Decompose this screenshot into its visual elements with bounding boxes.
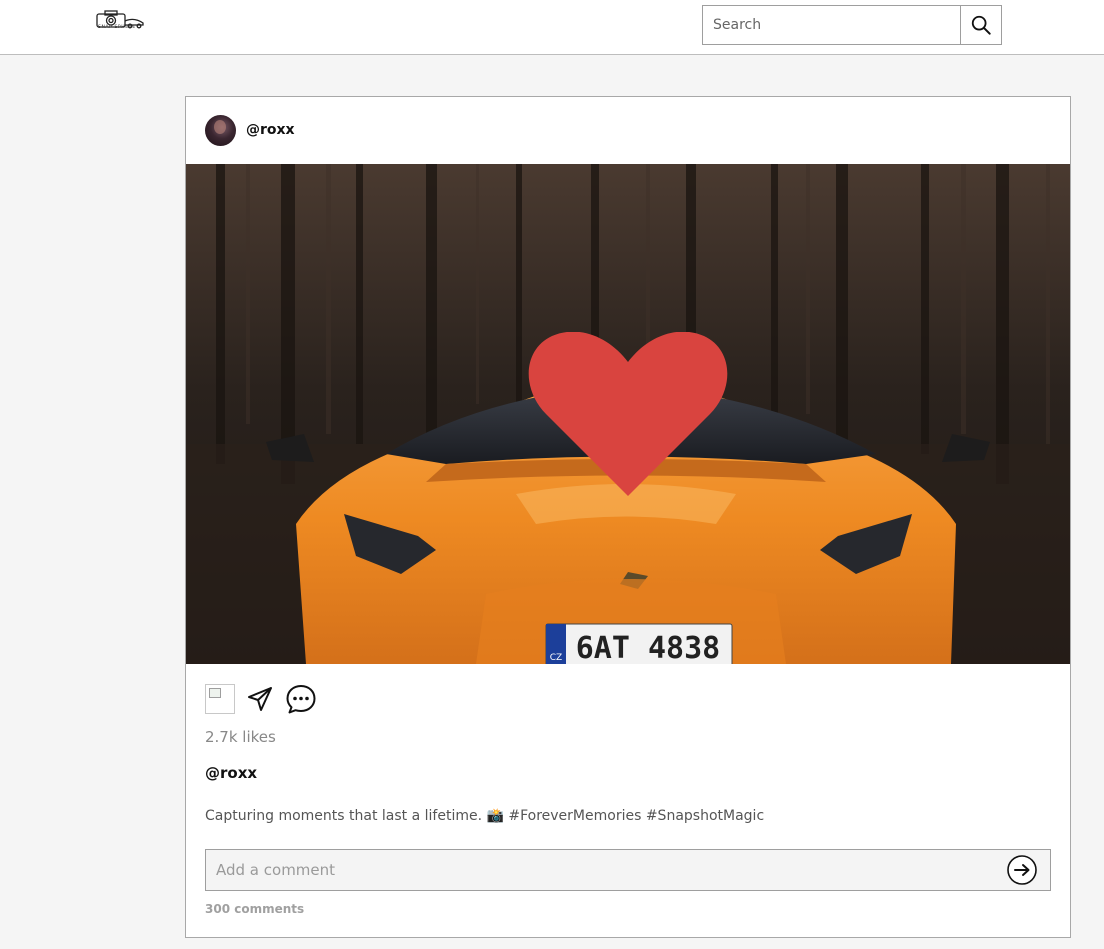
share-icon[interactable] bbox=[246, 685, 274, 713]
post-card: @roxx CZ 6AT 4838 2.7k likes @roxx Captu… bbox=[185, 96, 1071, 938]
avatar[interactable] bbox=[205, 115, 236, 146]
comment-icon[interactable] bbox=[285, 683, 317, 715]
search-bar bbox=[702, 5, 1002, 45]
logo-text: SNAP SPHERE bbox=[98, 25, 136, 30]
plate-number: 6AT 4838 bbox=[576, 631, 721, 664]
search-button[interactable] bbox=[960, 6, 1001, 44]
comment-input[interactable] bbox=[206, 850, 1006, 890]
comment-form bbox=[205, 849, 1051, 891]
post-actions bbox=[205, 683, 317, 715]
post-header: @roxx bbox=[186, 97, 1070, 165]
comments-count[interactable]: 300 comments bbox=[205, 902, 304, 916]
like-button[interactable] bbox=[205, 684, 235, 714]
logo-icon[interactable] bbox=[94, 8, 146, 34]
top-bar: SNAP SPHERE bbox=[0, 0, 1104, 55]
plate-country: CZ bbox=[550, 653, 562, 663]
likes-count: 2.7k likes bbox=[205, 728, 276, 746]
send-comment-button[interactable] bbox=[1006, 854, 1038, 886]
caption-username[interactable]: @roxx bbox=[205, 764, 257, 782]
search-input[interactable] bbox=[703, 6, 960, 44]
search-icon bbox=[971, 15, 991, 35]
post-caption: Capturing moments that last a lifetime. … bbox=[205, 808, 765, 824]
like-heart-icon bbox=[528, 332, 728, 496]
post-username[interactable]: @roxx bbox=[246, 122, 295, 138]
post-image[interactable]: CZ 6AT 4838 bbox=[186, 164, 1070, 664]
